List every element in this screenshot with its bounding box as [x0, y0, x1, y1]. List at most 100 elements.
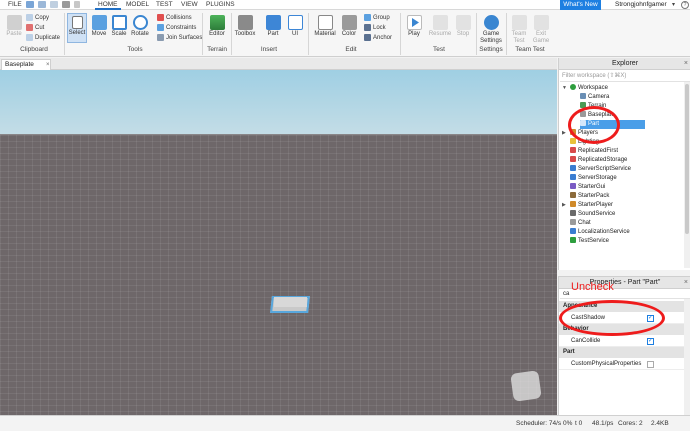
team-test-button[interactable]: Team Test: [509, 15, 529, 45]
stop-mini-icon[interactable]: [62, 1, 70, 8]
starter-gui-icon: [570, 183, 576, 189]
replicated-first-icon: [570, 147, 576, 153]
resume-button[interactable]: Resume: [428, 15, 452, 37]
tree-item-workspace[interactable]: Workspace: [570, 84, 608, 93]
close-icon[interactable]: ×: [684, 58, 688, 70]
tree-item-localizationservice[interactable]: LocalizationService: [570, 228, 630, 237]
tree-item-testservice[interactable]: TestService: [570, 237, 609, 246]
lighting-icon: [570, 138, 576, 144]
lock-button[interactable]: Lock: [364, 24, 386, 33]
help-icon[interactable]: ?: [681, 1, 689, 9]
category-part[interactable]: Part: [559, 347, 685, 358]
select-tool-button[interactable]: Select: [67, 13, 87, 43]
scissors-icon: [26, 24, 33, 31]
tree-item-starterpack[interactable]: StarterPack: [570, 192, 609, 201]
quick-access-dropdown-icon[interactable]: [74, 1, 80, 8]
divider: [231, 13, 232, 55]
join-surfaces-toggle[interactable]: Join Surfaces: [157, 34, 202, 43]
expand-arrow-icon[interactable]: ▶: [562, 202, 566, 208]
save-icon[interactable]: [26, 1, 34, 8]
menu-file[interactable]: FILE: [8, 1, 22, 8]
exit-game-button[interactable]: Exit Game: [532, 15, 550, 45]
copy-icon: [26, 14, 33, 21]
replicated-storage-icon: [570, 156, 576, 162]
tree-item-replicatedstorage[interactable]: ReplicatedStorage: [570, 156, 627, 165]
group-button[interactable]: Group: [364, 14, 390, 23]
scale-icon: [111, 15, 127, 30]
stop-button[interactable]: Stop: [455, 15, 471, 37]
tab-baseplate[interactable]: Baseplate ×: [1, 59, 51, 70]
color-swatch-icon: [341, 15, 357, 30]
rotate-tool-button[interactable]: Rotate: [130, 15, 150, 37]
properties-scrollbar[interactable]: [684, 299, 690, 415]
team-test-icon: [511, 15, 527, 30]
close-icon[interactable]: ×: [46, 60, 50, 70]
tab-view[interactable]: VIEW: [181, 1, 198, 8]
tree-item-replicatedfirst[interactable]: ReplicatedFirst: [570, 147, 618, 156]
tree-item-chat[interactable]: Chat: [570, 219, 591, 228]
test-service-icon: [570, 237, 576, 243]
stop-icon: [455, 15, 471, 30]
undo-icon[interactable]: [38, 1, 46, 8]
tab-home[interactable]: HOME: [95, 0, 121, 10]
collisions-toggle[interactable]: Collisions: [157, 14, 192, 23]
expand-arrow-icon[interactable]: ▼: [562, 85, 567, 91]
tab-plugins[interactable]: PLUGINS: [206, 1, 235, 8]
redo-icon[interactable]: [50, 1, 58, 8]
constraints-toggle[interactable]: Constraints: [157, 24, 196, 33]
divider: [64, 13, 65, 55]
cut-button[interactable]: Cut: [26, 24, 44, 33]
explorer-panel: Explorer × Filter workspace (⇧⌘X) ▼ Work…: [558, 58, 690, 270]
paste-button[interactable]: Paste: [5, 15, 23, 37]
memory-stat: 2.4KB: [651, 420, 669, 427]
explorer-title: Explorer ×: [559, 58, 690, 70]
group-icon: [364, 14, 371, 21]
part-cube-icon: [265, 15, 281, 30]
tree-item-camera[interactable]: Camera: [580, 93, 609, 102]
anchor-button[interactable]: Anchor: [364, 34, 392, 43]
tree-item-startergui[interactable]: StarterGui: [570, 183, 605, 192]
annotation-uncheck-text: Uncheck: [571, 281, 614, 293]
chevron-down-icon[interactable]: ▾: [672, 1, 675, 8]
3d-viewport[interactable]: [0, 70, 557, 415]
toolbox-button[interactable]: Toolbox: [233, 15, 257, 37]
user-name[interactable]: Strongjohnfgamer: [615, 1, 667, 8]
view-cube-icon[interactable]: [510, 370, 542, 402]
tree-item-soundservice[interactable]: SoundService: [570, 210, 615, 219]
copy-button[interactable]: Copy: [26, 14, 49, 23]
server-storage-icon: [570, 174, 576, 180]
play-button[interactable]: Play: [405, 15, 423, 37]
duplicate-button[interactable]: Duplicate: [26, 34, 60, 43]
explorer-filter-input[interactable]: Filter workspace (⇧⌘X): [560, 72, 690, 82]
sound-service-icon: [570, 210, 576, 216]
tree-item-starterplayer[interactable]: StarterPlayer: [570, 201, 613, 210]
tab-test[interactable]: TEST: [156, 1, 173, 8]
rotate-icon: [132, 15, 148, 30]
localization-service-icon: [570, 228, 576, 234]
explorer-scroll-thumb[interactable]: [685, 84, 689, 234]
ui-button[interactable]: UI: [287, 15, 303, 37]
server-script-service-icon: [570, 165, 576, 171]
customphysical-checkbox[interactable]: [647, 361, 654, 368]
tree-item-serverscriptservice[interactable]: ServerScriptService: [570, 165, 631, 174]
cores-stat: Cores: 2: [618, 420, 643, 427]
color-button[interactable]: Color: [341, 15, 357, 37]
sky: [0, 70, 557, 135]
tab-model[interactable]: MODEL: [126, 1, 149, 8]
baseplate-tab-label: Baseplate: [5, 61, 34, 68]
expand-arrow-icon[interactable]: ▶: [562, 130, 566, 136]
whats-new-button[interactable]: What's New: [560, 0, 601, 10]
game-settings-button[interactable]: Game Settings: [479, 15, 503, 45]
cancollide-checkbox[interactable]: ✓: [647, 338, 654, 345]
terrain-editor-button[interactable]: Editor: [206, 15, 228, 37]
close-icon[interactable]: ×: [684, 277, 688, 289]
material-button[interactable]: Material: [313, 15, 337, 37]
duplicate-icon: [26, 34, 33, 41]
group-label-settings: Settings: [479, 46, 503, 53]
tree-item-serverstorage[interactable]: ServerStorage: [570, 174, 617, 183]
group-label-clipboard: Clipboard: [20, 46, 48, 53]
move-tool-button[interactable]: Move: [90, 15, 108, 37]
scale-tool-button[interactable]: Scale: [110, 15, 128, 37]
part-button[interactable]: Part: [262, 15, 284, 37]
properties-panel: Properties - Part "Part" × ca Appearance…: [558, 276, 690, 415]
